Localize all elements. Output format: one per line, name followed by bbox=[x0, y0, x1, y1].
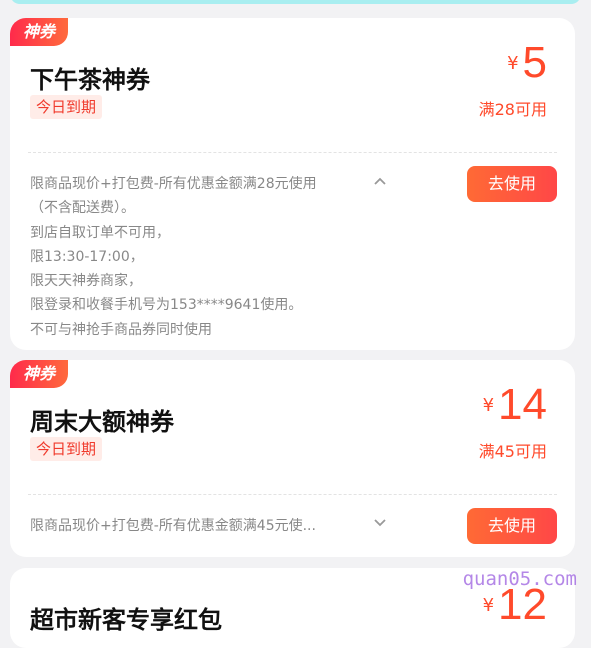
rule-line: 限13:30-17:00， bbox=[30, 248, 144, 265]
rule-line: 不可与神抢手商品券同时使用 bbox=[30, 321, 212, 338]
top-strip bbox=[10, 0, 581, 4]
coupon-rule-summary: 限商品现价+打包费-所有优惠金额满45元使... bbox=[30, 518, 316, 534]
coupon-card-weekend: 神券 周末大额神券 今日到期 ¥14 满45可用 限商品现价+打包费-所有优惠金… bbox=[10, 360, 575, 557]
rule-line: （不含配送费）。 bbox=[30, 200, 135, 217]
coupon-title: 下午茶神券 bbox=[30, 66, 150, 94]
coupon-amount: ¥14 bbox=[483, 380, 547, 430]
coupon-condition: 满45可用 bbox=[478, 442, 547, 461]
coupon-title: 周末大额神券 bbox=[30, 408, 174, 436]
rule-line: 限登录和收餐手机号为153****9641使用。 bbox=[30, 297, 303, 314]
coupon-tag: 神券 bbox=[10, 360, 68, 388]
use-coupon-button[interactable]: 去使用 bbox=[467, 166, 557, 202]
coupon-card-afternoon-tea: 神券 下午茶神券 今日到期 ¥5 满28可用 限商品现价+打包费-所有优惠金额满… bbox=[10, 18, 575, 350]
amount-value: 14 bbox=[498, 380, 547, 429]
rule-line: 限天天神券商家， bbox=[30, 273, 142, 290]
coupon-title: 超市新客专享红包 bbox=[30, 606, 222, 634]
expiry-badge: 今日到期 bbox=[30, 437, 103, 461]
divider bbox=[28, 494, 557, 495]
coupon-tag: 神券 bbox=[10, 18, 68, 46]
coupon-condition: 满28可用 bbox=[478, 100, 547, 119]
watermark: quan05.com bbox=[462, 568, 577, 590]
coupon-rules: 限商品现价+打包费-所有优惠金额满28元使用 （不含配送费）。 到店自取订单不可… bbox=[30, 172, 360, 342]
currency-symbol: ¥ bbox=[507, 53, 519, 74]
expiry-badge: 今日到期 bbox=[30, 95, 103, 119]
currency-symbol: ¥ bbox=[482, 595, 495, 616]
rule-line: 到店自取订单不可用， bbox=[30, 224, 170, 241]
amount-value: 5 bbox=[522, 38, 547, 87]
rule-line: 限商品现价+打包费-所有优惠金额满28元使用 bbox=[30, 176, 317, 192]
chevron-down-icon[interactable] bbox=[374, 516, 386, 532]
use-coupon-button[interactable]: 去使用 bbox=[467, 508, 557, 544]
currency-symbol: ¥ bbox=[482, 395, 495, 416]
divider bbox=[28, 152, 557, 153]
coupon-amount: ¥5 bbox=[507, 38, 547, 88]
chevron-up-icon[interactable] bbox=[374, 174, 386, 190]
